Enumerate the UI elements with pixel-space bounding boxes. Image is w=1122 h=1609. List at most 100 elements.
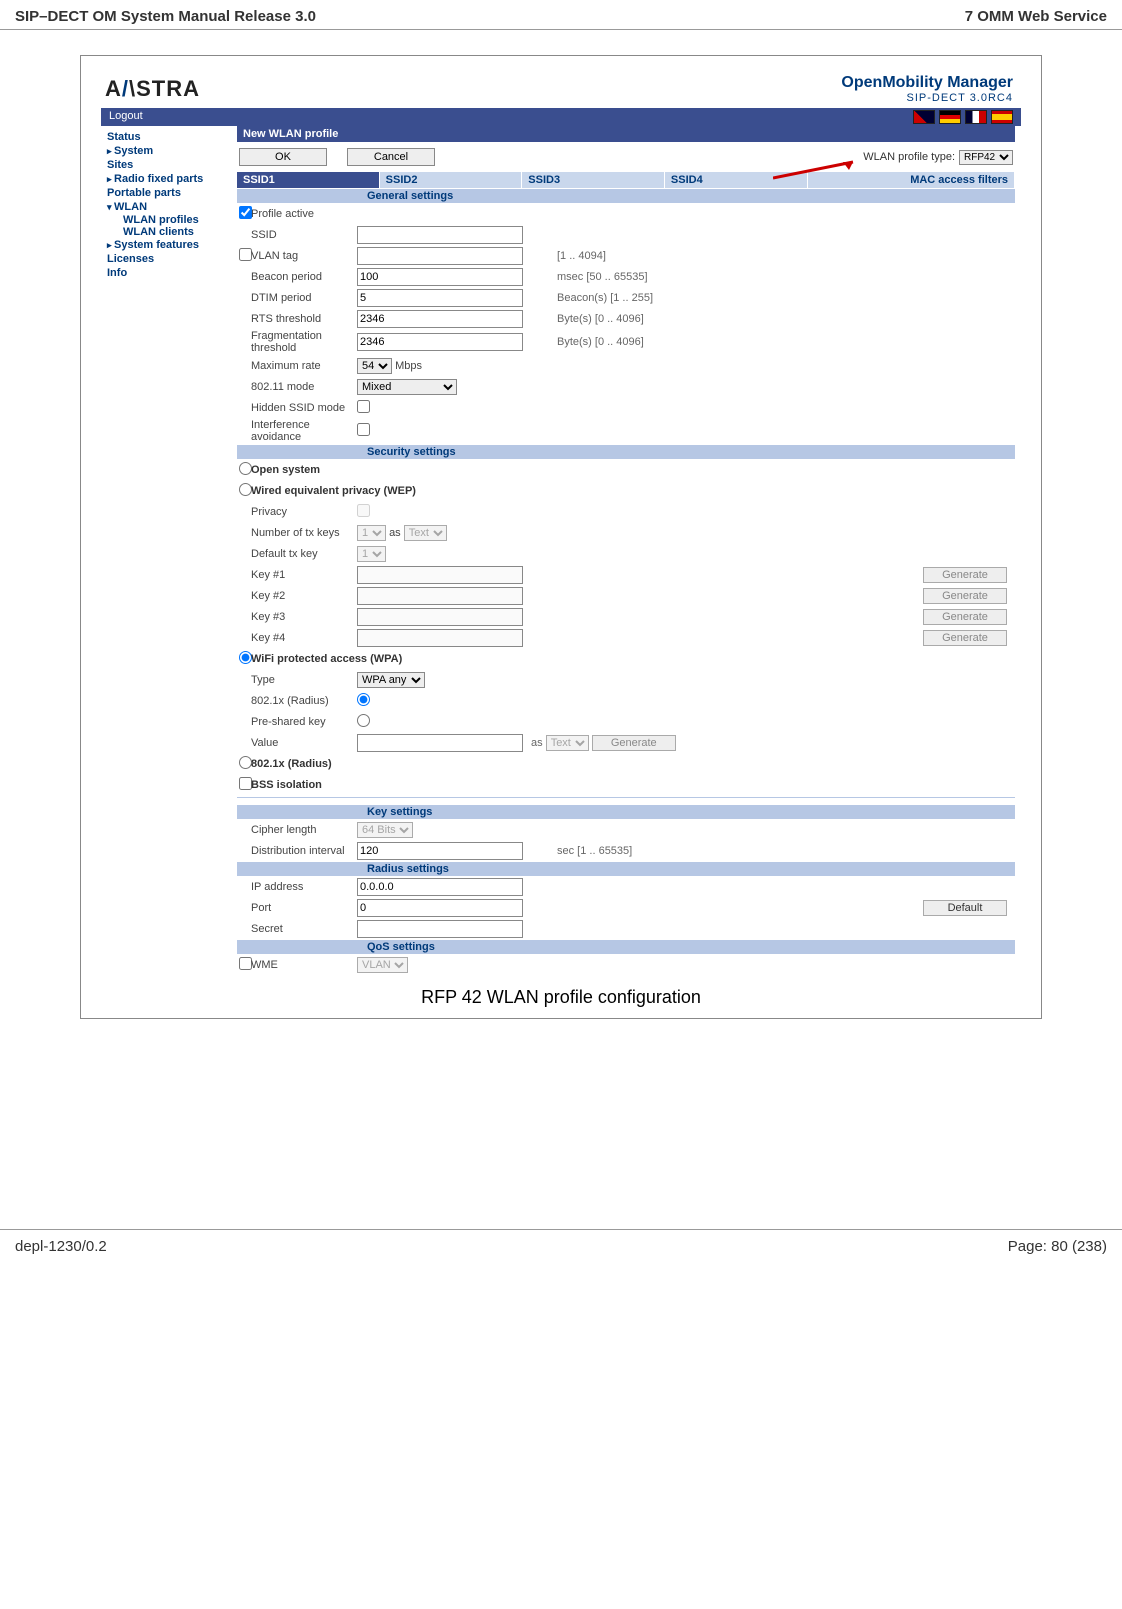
interference-checkbox[interactable] — [357, 423, 370, 436]
profile-type-select[interactable]: RFP42 — [959, 150, 1013, 165]
figure-frame: A/AASTRA\STRA OpenMobility Manager SIP-D… — [80, 55, 1042, 1019]
bss-isolation-label: BSS isolation — [251, 779, 322, 791]
wpa-radius-label: 802.1x (Radius) — [251, 695, 357, 707]
secret-label: Secret — [251, 923, 357, 935]
key3-generate-button[interactable]: Generate — [923, 609, 1007, 625]
wpa-label: WiFi protected access (WPA) — [251, 653, 402, 665]
open-system-label: Open system — [251, 464, 320, 476]
default-tx-key-select[interactable]: 1 — [357, 546, 386, 562]
tab-ssid1[interactable]: SSID1 — [237, 172, 380, 188]
section-radius: Radius settings — [237, 862, 1015, 876]
value-label: Value — [251, 737, 357, 749]
max-rate-label: Maximum rate — [251, 360, 357, 372]
profile-type-block: WLAN profile type: RFP42 — [863, 150, 1013, 165]
app-shell: A/AASTRA\STRA OpenMobility Manager SIP-D… — [101, 70, 1021, 981]
wme-label: WME — [251, 959, 357, 971]
sidebar-item-info[interactable]: Info — [107, 266, 237, 280]
num-tx-keys-select[interactable]: 1 — [357, 525, 386, 541]
panel-title: New WLAN profile — [237, 126, 1015, 142]
sidebar-item-radio-fixed-parts[interactable]: Radio fixed parts — [107, 172, 237, 186]
sidebar-item-system-features[interactable]: System features — [107, 238, 237, 252]
key3-label: Key #3 — [251, 611, 357, 623]
num-tx-as-label: as — [389, 527, 401, 539]
vlan-tag-hint: [1 .. 4094] — [527, 250, 1013, 262]
flag-de-icon[interactable] — [939, 110, 961, 124]
max-rate-select[interactable]: 54 — [357, 358, 392, 374]
rts-threshold-hint: Byte(s) [0 .. 4096] — [527, 313, 1013, 325]
figure-caption: RFP 42 WLAN profile configuration — [81, 981, 1041, 1018]
sidebar-item-wlan[interactable]: WLAN — [107, 200, 237, 214]
sidebar-item-sites[interactable]: Sites — [107, 158, 237, 172]
rts-threshold-input[interactable] — [357, 310, 523, 328]
key4-input[interactable] — [357, 629, 523, 647]
sidebar-item-wlan-profiles[interactable]: WLAN profiles — [107, 214, 237, 226]
ok-button[interactable]: OK — [239, 148, 327, 166]
frag-threshold-input[interactable] — [357, 333, 523, 351]
cipher-label: Cipher length — [251, 824, 357, 836]
num-tx-keys-label: Number of tx keys — [251, 527, 357, 539]
wme-select[interactable]: VLAN — [357, 957, 408, 973]
key1-generate-button[interactable]: Generate — [923, 567, 1007, 583]
tab-ssid3[interactable]: SSID3 — [522, 172, 665, 188]
beacon-period-input[interactable] — [357, 268, 523, 286]
sidebar-item-wlan-clients[interactable]: WLAN clients — [107, 226, 237, 238]
key2-input[interactable] — [357, 587, 523, 605]
wpa-type-select[interactable]: WPA any — [357, 672, 425, 688]
app-topbar: A/AASTRA\STRA OpenMobility Manager SIP-D… — [101, 70, 1021, 108]
frag-threshold-hint: Byte(s) [0 .. 4096] — [527, 336, 1013, 348]
vlan-tag-label: VLAN tag — [251, 250, 357, 262]
dist-interval-label: Distribution interval — [251, 845, 357, 857]
sidebar-item-licenses[interactable]: Licenses — [107, 252, 237, 266]
ssid-tabs: SSID1 SSID2 SSID3 SSID4 MAC access filte… — [237, 172, 1015, 188]
port-label: Port — [251, 902, 357, 914]
footer-right: Page: 80 (238) — [1008, 1238, 1107, 1255]
key1-input[interactable] — [357, 566, 523, 584]
psk-radio[interactable] — [357, 714, 370, 727]
radius-only-label: 802.1x (Radius) — [251, 758, 332, 770]
ssid-input[interactable] — [357, 226, 523, 244]
ip-label: IP address — [251, 881, 357, 893]
brand-title: OpenMobility Manager — [841, 74, 1013, 92]
frag-threshold-label: Fragmentation threshold — [251, 330, 357, 354]
max-rate-unit: Mbps — [395, 360, 422, 372]
flag-es-icon[interactable] — [991, 110, 1013, 124]
num-tx-type-select[interactable]: Text — [404, 525, 447, 541]
key4-generate-button[interactable]: Generate — [923, 630, 1007, 646]
section-key: Key settings — [237, 805, 1015, 819]
value-type-select[interactable]: Text — [546, 735, 589, 751]
privacy-checkbox[interactable] — [357, 504, 370, 517]
language-flags — [913, 110, 1013, 124]
value-generate-button[interactable]: Generate — [592, 735, 676, 751]
tab-ssid2[interactable]: SSID2 — [380, 172, 523, 188]
dtim-period-input[interactable] — [357, 289, 523, 307]
section-security: Security settings — [237, 445, 1015, 459]
wpa-radius-radio[interactable] — [357, 693, 370, 706]
mode-select[interactable]: Mixed — [357, 379, 457, 395]
logout-bar: Logout — [101, 108, 1021, 126]
ip-input[interactable] — [357, 878, 523, 896]
logout-link[interactable]: Logout — [109, 110, 143, 124]
key2-generate-button[interactable]: Generate — [923, 588, 1007, 604]
dist-interval-input[interactable] — [357, 842, 523, 860]
cancel-button[interactable]: Cancel — [347, 148, 435, 166]
cipher-select[interactable]: 64 Bits — [357, 822, 413, 838]
port-default-button[interactable]: Default — [923, 900, 1007, 916]
key3-input[interactable] — [357, 608, 523, 626]
value-input[interactable] — [357, 734, 523, 752]
dist-interval-hint: sec [1 .. 65535] — [527, 845, 1013, 857]
profile-type-label: WLAN profile type: — [863, 151, 955, 163]
sidebar-item-portable-parts[interactable]: Portable parts — [107, 186, 237, 200]
hidden-ssid-checkbox[interactable] — [357, 400, 370, 413]
flag-fr-icon[interactable] — [965, 110, 987, 124]
vlan-tag-input[interactable] — [357, 247, 523, 265]
main-panel: New WLAN profile OK Cancel WLAN profile … — [237, 126, 1021, 981]
key2-label: Key #2 — [251, 590, 357, 602]
interference-label: Interference avoidance — [251, 419, 357, 443]
secret-input[interactable] — [357, 920, 523, 938]
beacon-period-hint: msec [50 .. 65535] — [527, 271, 1013, 283]
port-input[interactable] — [357, 899, 523, 917]
sidebar-item-system[interactable]: System — [107, 144, 237, 158]
flag-uk-icon[interactable] — [913, 110, 935, 124]
hidden-ssid-label: Hidden SSID mode — [251, 402, 357, 414]
sidebar-item-status[interactable]: Status — [107, 130, 237, 144]
